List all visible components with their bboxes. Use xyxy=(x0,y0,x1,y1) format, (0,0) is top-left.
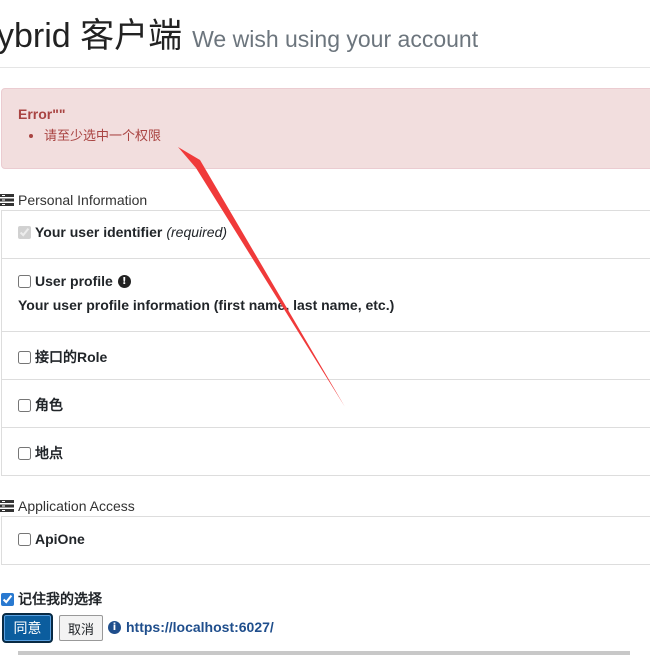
scope-label-role: 接口的Role xyxy=(35,349,108,365)
horizontal-scrollbar[interactable] xyxy=(18,651,630,655)
client-url-text: https://localhost:6027/ xyxy=(126,619,274,635)
cancel-button[interactable]: 取消 xyxy=(59,615,103,641)
personal-info-label: Personal Information xyxy=(18,192,148,208)
consent-button[interactable]: 同意 xyxy=(2,613,53,643)
alert-message: 请至少选中一个权限 xyxy=(44,125,161,144)
scope-checkbox-roles[interactable] xyxy=(18,398,31,412)
scope-checkbox-apione[interactable] xyxy=(18,532,31,546)
client-url-link[interactable]: i https://localhost:6027/ xyxy=(108,619,274,635)
alert-message-list: 请至少选中一个权限 xyxy=(44,125,161,144)
alert-title: Error"" xyxy=(18,106,66,122)
personal-scopes-list: Your user identifier (required) User pro… xyxy=(1,210,650,476)
scope-label-openid: Your user identifier xyxy=(35,224,163,240)
scope-checkbox-openid xyxy=(18,225,31,239)
scope-item-apione[interactable]: ApiOne xyxy=(2,517,650,565)
page-subtitle: We wish using your account xyxy=(192,26,479,52)
required-note: (required) xyxy=(166,224,228,240)
scope-label-apione: ApiOne xyxy=(35,531,85,547)
scope-item-openid: Your user identifier (required) xyxy=(2,211,650,259)
personal-info-heading: Personal Information xyxy=(0,191,147,209)
tasks-icon xyxy=(0,194,14,207)
scope-checkbox-profile[interactable] xyxy=(18,274,31,288)
info-circle-icon: i xyxy=(108,620,121,634)
remember-consent[interactable]: 记住我的选择 xyxy=(1,589,102,609)
application-access-label: Application Access xyxy=(18,498,135,514)
scope-label-roles: 角色 xyxy=(35,397,63,413)
application-access-heading: Application Access xyxy=(0,497,135,515)
scope-label-location: 地点 xyxy=(35,445,63,461)
page-title: ybrid 客户端 We wish using your account xyxy=(0,8,478,57)
scope-checkbox-location[interactable] xyxy=(18,446,31,460)
client-name: ybrid 客户端 xyxy=(0,17,183,55)
application-scopes-list: ApiOne xyxy=(1,516,650,565)
remember-consent-checkbox[interactable] xyxy=(1,592,14,606)
page-header: ybrid 客户端 We wish using your account xyxy=(0,0,650,68)
scope-item-roles[interactable]: 角色 xyxy=(2,380,650,428)
remember-consent-label: 记住我的选择 xyxy=(18,591,102,607)
scope-description-profile: Your user profile information (first nam… xyxy=(18,297,395,313)
scope-label-profile: User profile xyxy=(35,273,113,289)
scope-item-role[interactable]: 接口的Role xyxy=(2,332,650,380)
error-alert: Error"" 请至少选中一个权限 xyxy=(1,88,650,169)
scope-item-location[interactable]: 地点 xyxy=(2,428,650,476)
scope-checkbox-role[interactable] xyxy=(18,350,31,364)
tasks-icon xyxy=(0,500,14,513)
scope-item-profile[interactable]: User profile ! Your user profile informa… xyxy=(2,259,650,332)
exclamation-circle-icon: ! xyxy=(117,274,131,288)
